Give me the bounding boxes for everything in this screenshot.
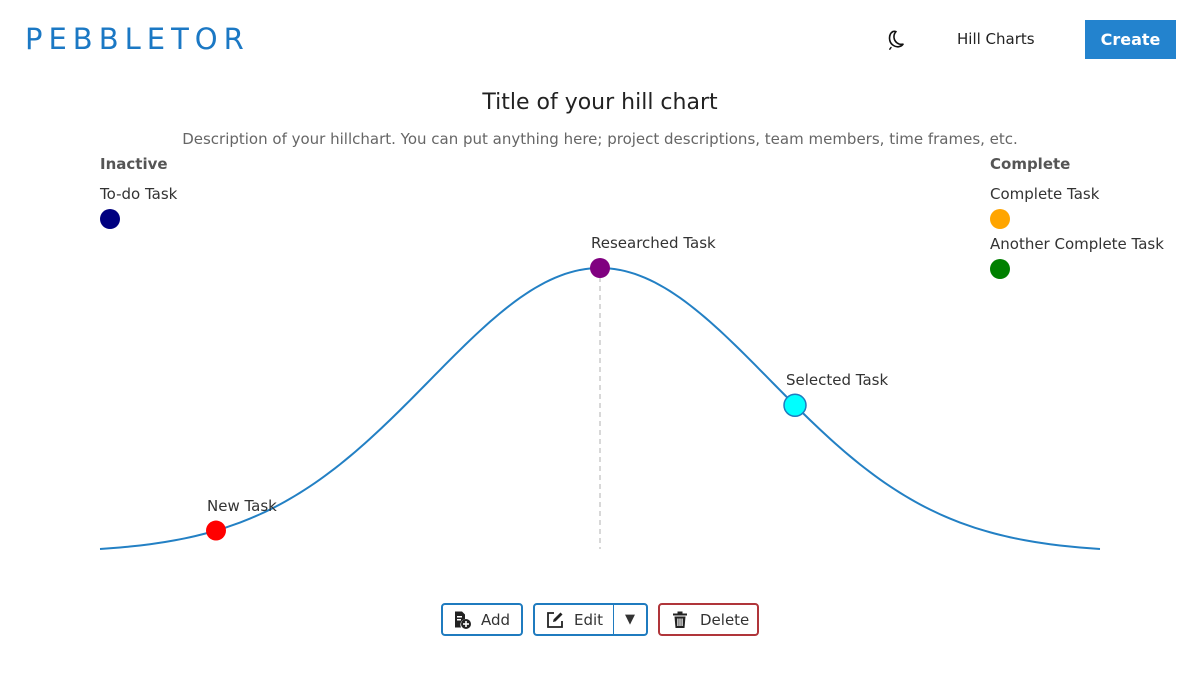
delete-button-label: Delete [700, 610, 750, 629]
edit-button[interactable]: Edit [535, 605, 614, 634]
edit-dropdown-button[interactable]: ▼ [614, 605, 646, 634]
delete-button[interactable]: Delete [658, 603, 759, 636]
side-task-dot[interactable] [990, 209, 1010, 229]
hill-task-dot[interactable] [206, 520, 226, 541]
hill-task-dot[interactable] [590, 258, 610, 278]
add-button-label: Add [481, 610, 511, 629]
add-button[interactable]: Add [441, 603, 523, 636]
hill-task-label: Researched Task [591, 234, 716, 252]
add-task-icon [452, 610, 472, 630]
edit-button-label: Edit [574, 610, 604, 629]
side-task-dot[interactable] [100, 209, 120, 229]
hill-task-dot[interactable] [783, 393, 807, 418]
edit-button-group: Edit ▼ [533, 603, 648, 636]
edit-icon [545, 610, 565, 630]
hill-chart [99, 209, 1101, 550]
side-task-dot[interactable] [990, 259, 1010, 279]
hill-task-label: Selected Task [786, 371, 889, 390]
trash-icon [670, 610, 690, 630]
app-root: PEBBLETOR Hill Charts Create Title of yo… [0, 0, 1200, 700]
hill-task-label: New Task [207, 496, 277, 515]
